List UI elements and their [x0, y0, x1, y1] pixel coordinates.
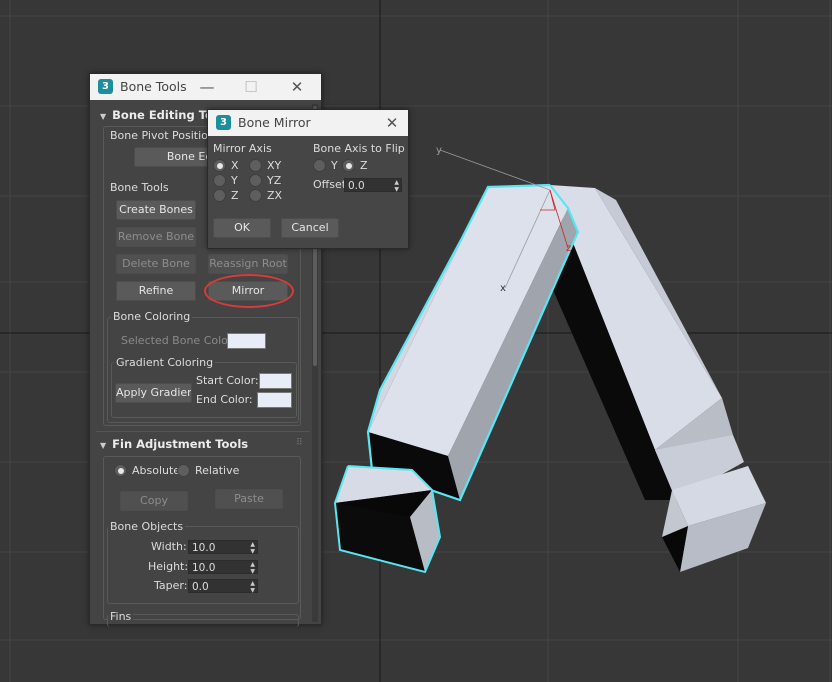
- apply-gradient-button[interactable]: Apply Gradient: [115, 383, 192, 403]
- taper-value: 0.0: [192, 581, 209, 593]
- end-color-label: End Color:: [196, 393, 253, 406]
- create-bones-button[interactable]: Create Bones: [116, 200, 196, 220]
- spinner-arrows-icon[interactable]: ▲ ▼: [250, 541, 255, 555]
- width-label: Width:: [151, 540, 187, 553]
- bone-mirror-title: Bone Mirror: [238, 115, 311, 130]
- height-value: 10.0: [192, 562, 216, 574]
- refine-button[interactable]: Refine: [116, 281, 196, 301]
- axis-xy-radio[interactable]: [249, 159, 262, 172]
- spinner-arrows-icon[interactable]: ▲ ▼: [394, 179, 399, 193]
- gradient-coloring-label: Gradient Coloring: [114, 356, 216, 369]
- fins-group: [107, 614, 299, 627]
- cancel-button[interactable]: Cancel: [281, 218, 339, 238]
- axis-x-radio[interactable]: [213, 159, 226, 172]
- selected-bone-color-label: Selected Bone Color:: [121, 334, 236, 347]
- gizmo-x-label: x: [500, 283, 506, 294]
- rollout-drag-handle-icon[interactable]: ⠿: [296, 438, 303, 448]
- selected-fin-left[interactable]: [333, 465, 442, 574]
- gizmo-y-label: y: [436, 145, 442, 156]
- gizmo-z-label: z: [566, 243, 571, 254]
- taper-spinner[interactable]: 0.0 ▲ ▼: [188, 579, 258, 594]
- absolute-radio[interactable]: [114, 464, 127, 477]
- remove-bone-button[interactable]: Remove Bone: [116, 227, 196, 247]
- offset-label: Offset: [313, 178, 347, 191]
- ok-button[interactable]: OK: [213, 218, 271, 238]
- end-color-swatch[interactable]: [257, 392, 292, 408]
- flip-z-label: Z: [360, 159, 368, 172]
- axis-y-radio[interactable]: [213, 174, 226, 187]
- spinner-arrows-icon[interactable]: ▲ ▼: [250, 561, 255, 575]
- delete-bone-button[interactable]: Delete Bone: [116, 254, 196, 274]
- width-value: 10.0: [192, 542, 216, 554]
- fin-adjustment-title: Fin Adjustment Tools: [112, 437, 249, 451]
- relative-radio[interactable]: [177, 464, 190, 477]
- axis-yz-label: YZ: [267, 174, 282, 187]
- axis-xy-label: XY: [267, 159, 282, 172]
- collapse-triangle-icon: ▼: [100, 112, 107, 121]
- height-spinner[interactable]: 10.0 ▲ ▼: [188, 560, 258, 575]
- flip-y-radio[interactable]: [313, 159, 326, 172]
- axis-z-label: Z: [231, 189, 239, 202]
- paste-button[interactable]: Paste: [215, 489, 283, 509]
- bone-axis-flip-label: Bone Axis to Flip: [313, 142, 405, 155]
- mirrored-bone-right[interactable]: [550, 185, 744, 500]
- selected-bone-color-swatch[interactable]: [227, 333, 266, 349]
- bone-tools-titlebar[interactable]: 3 Bone Tools — ☐ ✕: [90, 74, 321, 100]
- mirror-button[interactable]: Mirror: [208, 281, 288, 301]
- maximize-icon[interactable]: ☐: [240, 77, 262, 97]
- bone-tools-title: Bone Tools: [120, 79, 187, 94]
- pivot-position-label: Bone Pivot Position: [110, 129, 215, 142]
- axis-zx-label: ZX: [267, 189, 283, 202]
- axis-z-radio[interactable]: [213, 189, 226, 202]
- flip-y-label: Y: [331, 159, 338, 172]
- rollout-divider: [96, 431, 310, 432]
- minimize-icon[interactable]: —: [196, 77, 218, 97]
- mirror-axis-label: Mirror Axis: [213, 142, 272, 155]
- axis-zx-radio[interactable]: [249, 189, 262, 202]
- axis-y-label: Y: [231, 174, 238, 187]
- reassign-root-button[interactable]: Reassign Root: [208, 254, 288, 274]
- axis-yz-radio[interactable]: [249, 174, 262, 187]
- fin-adjustment-rollout-header[interactable]: ▼ Fin Adjustment Tools: [100, 437, 248, 457]
- absolute-label: Absolute: [132, 464, 181, 477]
- bone-objects-label: Bone Objects: [108, 520, 186, 533]
- bone-mirror-titlebar[interactable]: 3 Bone Mirror ✕: [208, 110, 408, 136]
- bone-mirror-dialog: 3 Bone Mirror ✕ Mirror Axis X XY Y YZ Z …: [207, 109, 409, 249]
- offset-spinner[interactable]: 0.0 ▲ ▼: [344, 178, 402, 193]
- taper-label: Taper:: [154, 579, 188, 592]
- close-icon[interactable]: ✕: [381, 113, 403, 133]
- app-logo-icon: 3: [98, 79, 113, 94]
- collapse-triangle-icon: ▼: [100, 441, 107, 450]
- height-label: Height:: [148, 560, 189, 573]
- bone-tools-label: Bone Tools: [110, 181, 169, 194]
- relative-label: Relative: [195, 464, 240, 477]
- start-color-swatch[interactable]: [259, 373, 292, 389]
- offset-value: 0.0: [348, 180, 365, 192]
- width-spinner[interactable]: 10.0 ▲ ▼: [188, 540, 258, 555]
- bone-coloring-label: Bone Coloring: [111, 310, 193, 323]
- spinner-arrows-icon[interactable]: ▲ ▼: [250, 580, 255, 594]
- close-icon[interactable]: ✕: [286, 77, 308, 97]
- flip-z-radio[interactable]: [342, 159, 355, 172]
- start-color-label: Start Color:: [196, 374, 259, 387]
- copy-button[interactable]: Copy: [120, 491, 188, 511]
- fins-label: Fins: [108, 610, 134, 623]
- app-logo-icon: 3: [216, 115, 231, 130]
- axis-x-label: X: [231, 159, 239, 172]
